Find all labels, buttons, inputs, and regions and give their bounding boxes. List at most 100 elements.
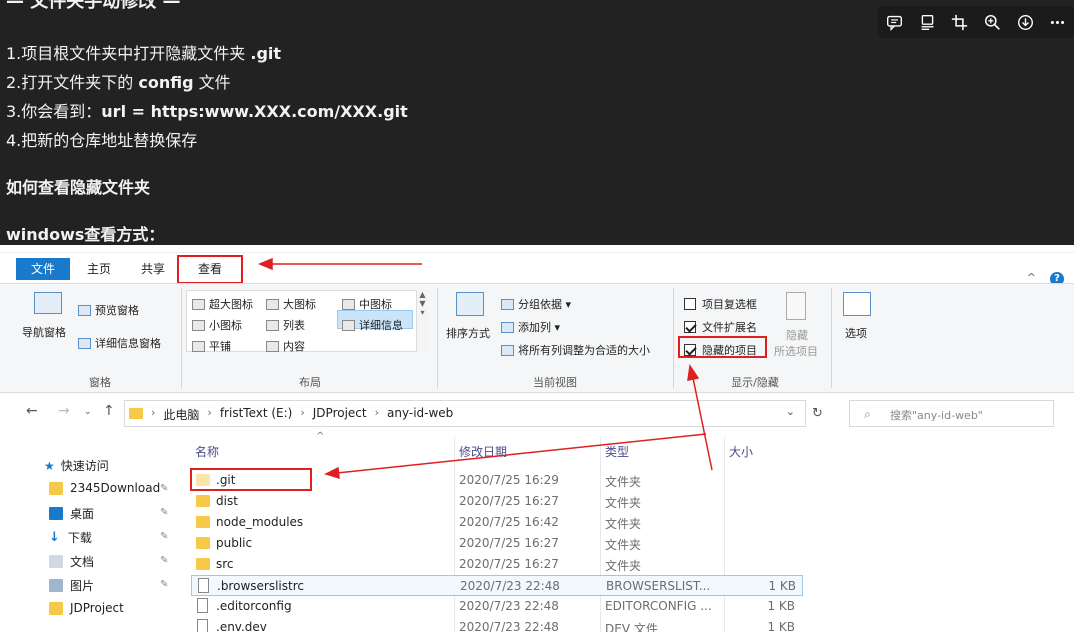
pin-icon[interactable]: ✎ <box>160 579 168 590</box>
explorer-screenshot: 文件 主页 共享 查看 ^ ? 导航窗格 预览窗格 详细信息窗格 窗格 超大图标… <box>0 245 1074 632</box>
layout-content[interactable]: 内容 <box>266 338 305 354</box>
layout-list[interactable]: 列表 <box>266 317 305 333</box>
desktop-icon <box>49 507 63 520</box>
file-row-env-dev[interactable]: .env.dev 2020/7/23 22:48 DEV 文件 1 KB <box>191 617 803 632</box>
fit-columns-icon <box>501 344 514 356</box>
nav-item-jdproject[interactable]: JDProject <box>49 601 124 615</box>
item-checkboxes-toggle[interactable]: 项目复选框 <box>684 296 757 312</box>
pin-icon[interactable]: ✎ <box>160 531 168 542</box>
annotation-box-hidden-items <box>678 336 767 358</box>
refresh-icon[interactable]: ↻ <box>812 406 823 421</box>
search-input[interactable]: ⌕ 搜索"any-id-web" <box>849 400 1054 427</box>
ribbon-tabs: 文件 主页 共享 查看 ^ ? <box>0 255 1074 286</box>
documents-icon <box>49 555 63 568</box>
breadcrumb-any-id-web[interactable]: any-id-web <box>387 406 453 423</box>
sort-by-button[interactable]: 排序方式 <box>446 325 490 341</box>
nav-item-documents[interactable]: 文档 <box>49 553 94 570</box>
breadcrumb-this-pc[interactable]: 此电脑 <box>163 406 199 423</box>
preview-pane-icon <box>78 304 91 316</box>
layout-details[interactable]: 详细信息 <box>342 317 403 333</box>
sort-ascending-icon: ^ <box>316 431 325 442</box>
file-row-editorconfig[interactable]: .editorconfig 2020/7/23 22:48 EDITORCONF… <box>191 596 803 617</box>
layout-small-icons[interactable]: 小图标 <box>192 317 242 333</box>
file-row-browserslistrc[interactable]: .browserslistrc 2020/7/23 22:48 BROWSERS… <box>191 575 803 596</box>
navigation-pane: ★ 快速访问 2345Download ✎ 桌面 ✎ ↓ 下载 ✎ 文档 ✎ 图片 … <box>0 431 185 632</box>
column-header-size[interactable]: 大小 <box>729 443 753 460</box>
file-row-src[interactable]: src 2020/7/25 16:27 文件夹 <box>191 554 803 575</box>
nav-item-2345download[interactable]: 2345Download <box>49 481 160 495</box>
group-label-show-hide: 显示/隐藏 <box>731 376 779 389</box>
options-button[interactable]: 选项 <box>845 325 867 341</box>
step-1: 1.项目根文件夹中打开隐藏文件夹 .git <box>6 44 282 63</box>
column-header-date[interactable]: 修改日期 <box>459 443 507 460</box>
nav-item-quick-access[interactable]: ★ 快速访问 <box>44 457 109 474</box>
nav-item-downloads[interactable]: ↓ 下载 <box>49 529 92 546</box>
file-row-public[interactable]: public 2020/7/25 16:27 文件夹 <box>191 533 803 554</box>
breadcrumb: › 此电脑 › fristText (E:) › JDProject › any… <box>151 406 461 423</box>
options-icon <box>843 292 871 316</box>
fit-columns-button[interactable]: 将所有列调整为合适的大小 <box>501 342 650 358</box>
content-icon <box>266 340 279 352</box>
folder-icon <box>129 408 143 419</box>
add-column-button[interactable]: 添加列 ▾ <box>501 319 560 335</box>
nav-pane-icon <box>34 292 62 314</box>
pin-icon[interactable]: ✎ <box>160 507 168 518</box>
breadcrumb-drive[interactable]: fristText (E:) <box>220 406 293 423</box>
ribbon-view: 导航窗格 预览窗格 详细信息窗格 窗格 超大图标 大图标 中图标 小图标 列表 … <box>0 283 1074 393</box>
hide-selected-button[interactable]: 隐藏 <box>786 327 808 343</box>
file-row-dist[interactable]: dist 2020/7/25 16:27 文件夹 <box>191 491 803 512</box>
up-arrow-icon[interactable]: ↑ <box>103 403 115 419</box>
pin-icon[interactable]: ✎ <box>160 483 168 494</box>
layout-extra-large-icons[interactable]: 超大图标 <box>192 296 253 312</box>
checkbox-checked-icon[interactable] <box>684 321 696 333</box>
file-row-node-modules[interactable]: node_modules 2020/7/25 16:42 文件夹 <box>191 512 803 533</box>
comment-icon[interactable] <box>878 6 911 38</box>
large-icons-icon <box>266 298 279 310</box>
section-heading: — 文件夹手动修改 — <box>6 0 181 12</box>
layout-tiles[interactable]: 平铺 <box>192 338 231 354</box>
nav-pane-button[interactable]: 导航窗格 <box>22 324 66 340</box>
file-icon <box>197 619 208 632</box>
star-icon: ★ <box>44 458 55 473</box>
file-extensions-toggle[interactable]: 文件扩展名 <box>684 319 757 335</box>
tab-view[interactable]: 查看 <box>177 255 243 284</box>
list-icon <box>266 319 279 331</box>
annotation-box-git <box>190 468 312 491</box>
column-header-name[interactable]: 名称 <box>195 443 219 460</box>
layout-large-icons[interactable]: 大图标 <box>266 296 316 312</box>
caption-icon[interactable] <box>911 6 944 38</box>
address-row: ← → ⌄ ↑ › 此电脑 › fristText (E:) › JDProje… <box>0 397 1074 429</box>
nav-item-pictures[interactable]: 图片 <box>49 577 94 594</box>
breadcrumb-jdproject[interactable]: JDProject <box>313 406 367 423</box>
tab-share[interactable]: 共享 <box>130 258 176 280</box>
step-4: 4.把新的仓库地址替换保存 <box>6 131 198 150</box>
back-arrow-icon[interactable]: ← <box>26 403 38 419</box>
hide-selected-label-2: 所选项目 <box>774 345 818 358</box>
zoom-in-icon[interactable] <box>976 6 1009 38</box>
tab-file[interactable]: 文件 <box>16 258 70 280</box>
add-column-icon <box>501 321 514 333</box>
download-icon[interactable] <box>1009 6 1042 38</box>
nav-item-desktop[interactable]: 桌面 <box>49 505 94 522</box>
details-pane-button[interactable]: 详细信息窗格 <box>78 335 161 351</box>
chevron-down-icon[interactable]: ⌄ <box>786 405 795 418</box>
hide-selected-icon <box>786 292 806 320</box>
file-icon <box>197 598 208 613</box>
group-by-button[interactable]: 分组依据 ▾ <box>501 296 571 312</box>
address-bar[interactable]: › 此电脑 › fristText (E:) › JDProject › any… <box>124 400 806 427</box>
layout-medium-icons[interactable]: 中图标 <box>342 296 392 312</box>
pin-icon[interactable]: ✎ <box>160 555 168 566</box>
checkbox-icon[interactable] <box>684 298 696 310</box>
crop-icon[interactable] <box>943 6 976 38</box>
column-header-type[interactable]: 类型 <box>605 443 629 460</box>
forward-arrow-icon[interactable]: → <box>58 403 70 419</box>
more-icon[interactable] <box>1041 6 1074 38</box>
step-2: 2.打开文件夹下的 config 文件 <box>6 73 231 92</box>
preview-pane-button[interactable]: 预览窗格 <box>78 302 139 318</box>
layout-gallery-scroll[interactable]: ▲ ▼ ▾ <box>416 290 428 352</box>
tab-home[interactable]: 主页 <box>76 258 122 280</box>
recent-dropdown-icon[interactable]: ⌄ <box>84 407 92 417</box>
subheading-windows: windows查看方式： <box>6 225 165 244</box>
group-label-layout: 布局 <box>299 376 321 389</box>
ribbon-separator <box>181 288 182 388</box>
